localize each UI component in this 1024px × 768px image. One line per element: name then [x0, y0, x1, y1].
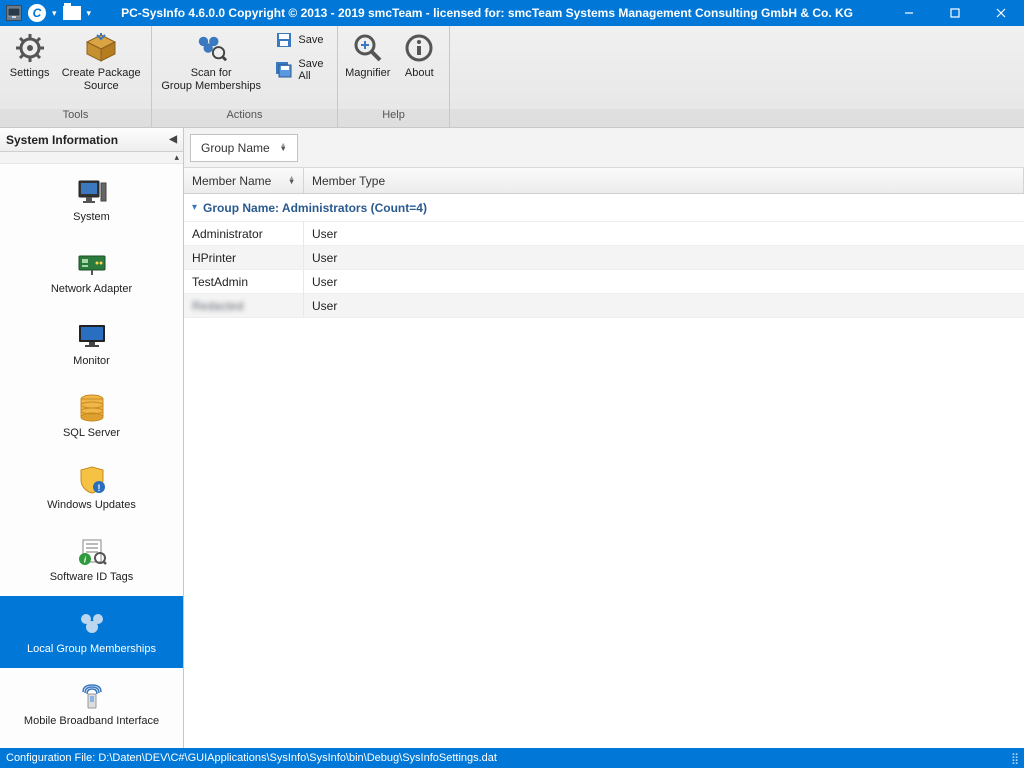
cell-member-name: TestAdmin — [184, 270, 304, 293]
group-header-row[interactable]: ▾ Group Name: Administrators (Count=4) — [184, 194, 1024, 222]
save-all-icon — [276, 62, 292, 78]
cell-member-name: Redacted — [184, 294, 304, 317]
sidebar-item-local-group-memberships[interactable]: Local Group Memberships — [0, 596, 183, 668]
nav-icon — [77, 682, 107, 710]
save-all-button[interactable]: Save All — [270, 58, 333, 82]
settings-label: Settings — [10, 67, 50, 80]
sidebar-scroll-up[interactable]: ▴ — [0, 152, 183, 164]
about-button[interactable]: About — [394, 28, 446, 80]
nav-icon — [77, 394, 107, 422]
qat-dropdown-icon[interactable]: ▾ — [52, 8, 57, 19]
minimize-button[interactable] — [886, 0, 932, 26]
magnifier-label: Magnifier — [345, 67, 390, 80]
magnifier-icon — [352, 32, 384, 64]
maximize-button[interactable] — [932, 0, 978, 26]
save-button[interactable]: Save — [270, 28, 333, 52]
sidebar-title: System Information — [6, 133, 118, 147]
package-icon — [85, 32, 117, 64]
sidebar-item-label: SQL Server — [63, 427, 120, 439]
svg-text:!: ! — [97, 483, 100, 493]
sidebar-item-label: Windows Updates — [47, 499, 136, 511]
group-header-text: Group Name: Administrators (Count=4) — [203, 201, 427, 215]
nav-icon — [77, 250, 107, 278]
folder-dropdown-icon[interactable]: ▾ — [87, 8, 92, 19]
sidebar-item-network-adapter[interactable]: Network Adapter — [0, 236, 183, 308]
statusbar-text: Configuration File: D:\Daten\DEV\C#\GUIA… — [6, 752, 497, 764]
sidebar-item-sql-server[interactable]: SQL Server — [0, 380, 183, 452]
statusbar: Configuration File: D:\Daten\DEV\C#\GUIA… — [0, 748, 1024, 768]
sidebar-item-label: Software ID Tags — [50, 571, 134, 583]
nav-icon — [77, 322, 107, 350]
groupby-chip-label: Group Name — [201, 141, 270, 155]
cell-member-type: User — [304, 246, 1024, 269]
sidebar-item-label: Mobile Broadband Interface — [24, 715, 159, 727]
nav-icon — [77, 610, 107, 638]
resize-grip-icon[interactable]: ⣿ — [1011, 752, 1018, 765]
save-label: Save — [298, 34, 323, 46]
nav-icon — [77, 178, 107, 206]
save-all-label: Save All — [298, 58, 327, 82]
ribbon-group-help: Help — [338, 109, 449, 127]
sidebar-item-label: Local Group Memberships — [27, 643, 156, 655]
about-label: About — [405, 67, 434, 80]
sidebar-item-label: System — [73, 211, 110, 223]
sidebar-item-windows-updates[interactable]: ! Windows Updates — [0, 452, 183, 524]
sidebar-item-monitor[interactable]: Monitor — [0, 308, 183, 380]
window-title: PC-SysInfo 4.6.0.0 Copyright © 2013 - 20… — [97, 6, 886, 20]
settings-button[interactable]: Settings — [4, 28, 55, 80]
system-monitor-icon — [6, 5, 22, 21]
column-member-type-label: Member Type — [312, 174, 385, 188]
gear-icon — [14, 32, 46, 64]
info-icon — [403, 32, 435, 64]
close-button[interactable] — [978, 0, 1024, 26]
nav-icon: i — [77, 538, 107, 566]
sort-indicator-icon: ▲▼ — [280, 144, 287, 152]
chevron-down-icon: ▾ — [192, 202, 197, 213]
main-panel: Group Name ▲▼ Member Name ▲▼ Member Type… — [184, 128, 1024, 748]
cell-member-name: Administrator — [184, 222, 304, 245]
scan-label: Scan for Group Memberships — [161, 67, 261, 93]
column-member-type[interactable]: Member Type — [304, 168, 1024, 193]
sidebar-nav: System Network Adapter Monitor SQL Server! W… — [0, 164, 183, 748]
create-package-button[interactable]: Create Package Source — [55, 28, 147, 93]
magnifier-button[interactable]: Magnifier — [342, 28, 394, 80]
sidebar-item-label: Monitor — [73, 355, 110, 367]
ribbon-group-actions: Actions — [152, 109, 337, 127]
sidebar-item-system[interactable]: System — [0, 164, 183, 236]
sidebar-item-mobile-broadband-interface[interactable]: Mobile Broadband Interface — [0, 668, 183, 740]
table-row[interactable]: AdministratorUser — [184, 222, 1024, 246]
nav-icon: ! — [77, 466, 107, 494]
groupby-chip[interactable]: Group Name ▲▼ — [190, 134, 298, 162]
chevron-left-icon: ◀ — [169, 134, 177, 145]
cell-member-type: User — [304, 270, 1024, 293]
grid-body: AdministratorUserHPrinterUserTestAdminUs… — [184, 222, 1024, 748]
table-row[interactable]: TestAdminUser — [184, 270, 1024, 294]
table-row[interactable]: RedactedUser — [184, 294, 1024, 318]
column-member-name[interactable]: Member Name ▲▼ — [184, 168, 304, 193]
table-row[interactable]: HPrinterUser — [184, 246, 1024, 270]
scan-button[interactable]: Scan for Group Memberships — [156, 28, 266, 93]
cell-member-type: User — [304, 222, 1024, 245]
sidebar-header[interactable]: System Information ◀ — [0, 128, 183, 152]
groupby-bar: Group Name ▲▼ — [184, 128, 1024, 168]
sidebar-item-software-id-tags[interactable]: i Software ID Tags — [0, 524, 183, 596]
sidebar-item-label: Network Adapter — [51, 283, 132, 295]
cell-member-name: HPrinter — [184, 246, 304, 269]
app-badge-icon: C — [28, 4, 46, 22]
group-search-icon — [195, 32, 227, 64]
column-headers: Member Name ▲▼ Member Type — [184, 168, 1024, 194]
ribbon-group-tools: Tools — [0, 109, 151, 127]
cell-member-type: User — [304, 294, 1024, 317]
sidebar: System Information ◀ ▴ System Network Ada… — [0, 128, 184, 748]
save-icon — [276, 32, 292, 48]
folder-icon[interactable] — [63, 6, 81, 20]
ribbon: Settings Create Package Source Tools Sca… — [0, 26, 1024, 128]
titlebar: C ▾ ▾ PC-SysInfo 4.6.0.0 Copyright © 201… — [0, 0, 1024, 26]
column-member-name-label: Member Name — [192, 174, 271, 188]
create-package-label: Create Package Source — [62, 67, 141, 93]
sort-indicator-icon: ▲▼ — [288, 177, 295, 185]
